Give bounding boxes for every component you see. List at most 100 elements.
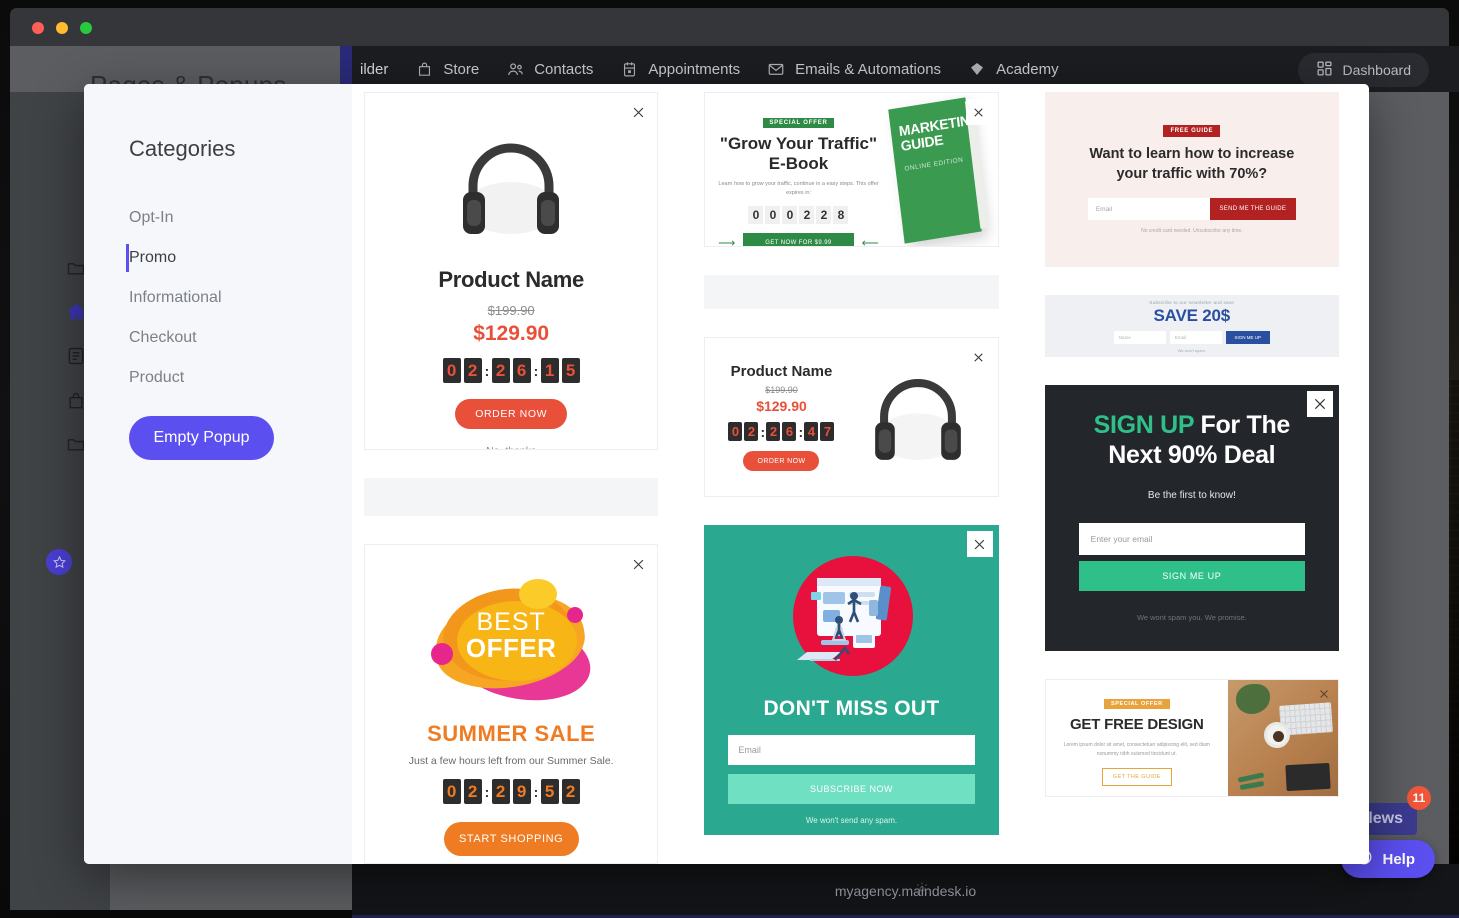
- category-item-checkout[interactable]: Checkout: [84, 318, 352, 358]
- email-field[interactable]: Enter your email: [1078, 523, 1305, 555]
- category-item-product[interactable]: Product: [84, 358, 352, 398]
- countdown-timer: 0 2 : 2 9 : 5 2: [385, 779, 637, 805]
- nav-item-academy[interactable]: Academy: [967, 59, 1059, 79]
- nav-item-emails-automations[interactable]: Emails & Automations: [766, 59, 941, 79]
- special-offer-badge: SPECIAL OFFER: [763, 118, 834, 128]
- countdown-separator: :: [533, 362, 539, 379]
- close-icon[interactable]: [625, 99, 652, 125]
- zoom-window-button[interactable]: [80, 22, 92, 34]
- countdown-digit: 0: [765, 205, 781, 224]
- sign-me-up-button[interactable]: SIGN ME UP: [1078, 561, 1305, 591]
- star-badge-icon[interactable]: [46, 549, 72, 575]
- close-icon[interactable]: [1314, 684, 1334, 704]
- window-titlebar: [10, 8, 1449, 46]
- close-icon[interactable]: [966, 531, 993, 557]
- start-shopping-button[interactable]: START SHOPPING: [443, 822, 579, 857]
- category-label: Informational: [129, 289, 222, 306]
- category-item-promo[interactable]: Promo: [84, 238, 352, 278]
- save-heading: SAVE 20$: [1153, 305, 1231, 325]
- nav-item-contacts[interactable]: Contacts: [505, 59, 593, 79]
- countdown-digit: 2: [463, 779, 482, 805]
- gallery-column-3: FREE GUIDE Want to learn how to increase…: [1044, 92, 1339, 864]
- window-controls[interactable]: [32, 22, 92, 34]
- email-field[interactable]: Email: [1087, 198, 1210, 221]
- template-card-dont-miss-out[interactable]: DON'T MISS OUT Email SUBSCRIBE NOW We wo…: [704, 525, 999, 835]
- countdown-digit: 0: [728, 422, 743, 441]
- order-now-button[interactable]: ORDER NOW: [455, 399, 568, 429]
- close-icon[interactable]: [625, 551, 652, 578]
- categories-list: Opt-In Promo Informational Checkout Prod…: [84, 198, 352, 398]
- countdown-digit: 1: [540, 358, 559, 383]
- template-card-save-20[interactable]: Subscribe to our newsletter and save SAV…: [1044, 295, 1339, 357]
- free-guide-badge: FREE GUIDE: [1163, 124, 1221, 137]
- help-label: Help: [1382, 850, 1415, 868]
- template-card-spacer: [364, 477, 659, 517]
- gear-icon[interactable]: [914, 881, 930, 902]
- get-the-guide-button[interactable]: GET THE GUIDE: [1101, 768, 1172, 786]
- price-new: $129.90: [473, 322, 550, 345]
- price-old: $199.90: [487, 303, 535, 318]
- sign-me-up-button[interactable]: SIGN ME UP: [1225, 330, 1270, 344]
- minimize-window-button[interactable]: [56, 22, 68, 34]
- product-name: Product Name: [730, 363, 833, 380]
- close-icon[interactable]: [1306, 391, 1333, 417]
- sign-up-heading: SIGN UP For The Next 90% Deal: [1079, 411, 1305, 470]
- people-icon: [505, 59, 525, 79]
- email-field[interactable]: Email: [1169, 330, 1222, 344]
- name-field[interactable]: Name: [1113, 330, 1166, 344]
- nav-item-appointments[interactable]: Appointments: [619, 59, 740, 79]
- countdown-digit: 2: [816, 205, 832, 224]
- email-field[interactable]: Email: [728, 735, 975, 765]
- countdown-separator: :: [760, 423, 766, 440]
- template-card-sign-up-deal[interactable]: SIGN UP For The Next 90% Deal Be the fir…: [1044, 385, 1339, 651]
- template-card-best-offer[interactable]: BEST OFFER SUMMER SALE Just a few hours …: [364, 544, 659, 864]
- nav-item-store[interactable]: Store: [414, 59, 479, 79]
- category-label: Checkout: [129, 329, 197, 346]
- spam-note: We won't send any spam.: [805, 816, 898, 825]
- template-card-product-tall[interactable]: Product Name $199.90 $129.90 0 2 : 2 6 :…: [364, 92, 659, 450]
- modal-sidebar: Categories Opt-In Promo Informational Ch…: [84, 84, 352, 864]
- countdown-timer: 0 2 : 2 6 : 1 5: [391, 358, 631, 383]
- nav-item-label: Contacts: [534, 60, 594, 78]
- price-new: $129.90: [756, 398, 807, 414]
- empty-popup-button[interactable]: Empty Popup: [129, 416, 274, 460]
- nav-item-builder[interactable]: ilder: [360, 61, 388, 78]
- decline-link[interactable]: No, thanks: [391, 445, 631, 449]
- subscribe-now-button[interactable]: SUBSCRIBE NOW: [728, 774, 975, 804]
- free-guide-note: No credit card needed. Unsubscribe any t…: [1141, 228, 1243, 235]
- countdown-separator: :: [798, 423, 804, 440]
- price-old: $199.90: [765, 385, 798, 395]
- countdown-digit: 6: [782, 422, 797, 441]
- order-now-button[interactable]: ORDER NOW: [743, 451, 820, 471]
- book-subtitle: ONLINE EDITION: [903, 156, 964, 173]
- ebook-cta-button[interactable]: GET NOW FOR $9.99: [743, 232, 854, 246]
- popup-template-picker-modal: Categories Opt-In Promo Informational Ch…: [84, 84, 1369, 864]
- close-icon[interactable]: [965, 344, 992, 370]
- nav-items: ilder Store Contacts Appointments Emails…: [360, 59, 1059, 79]
- dashboard-button[interactable]: Dashboard: [1297, 53, 1429, 87]
- close-icon[interactable]: [965, 99, 992, 125]
- status-bar: myagency.maindesk.io: [352, 864, 1459, 918]
- countdown-digit: 2: [491, 779, 510, 805]
- countdown-digit: 0: [442, 779, 461, 805]
- template-card-free-guide[interactable]: FREE GUIDE Want to learn how to increase…: [1044, 92, 1339, 267]
- countdown-digit: 7: [820, 422, 835, 441]
- template-card-free-design[interactable]: SPECIAL OFFER GET FREE DESIGN Lorem ipsu…: [1044, 679, 1339, 797]
- template-card-spacer: [704, 275, 999, 309]
- spam-note: We wont spam you. We promise.: [1136, 613, 1247, 622]
- send-guide-button[interactable]: SEND ME THE GUIDE: [1209, 198, 1296, 221]
- close-window-button[interactable]: [32, 22, 44, 34]
- nav-item-label: Store: [443, 60, 480, 78]
- calendar-icon: [619, 59, 639, 79]
- sign-up-heading-highlight: SIGN UP: [1093, 411, 1195, 439]
- category-label: Product: [129, 369, 185, 386]
- template-card-ebook[interactable]: SPECIAL OFFER "Grow Your Traffic" E-Book…: [704, 92, 999, 247]
- category-label: Opt-In: [129, 209, 174, 226]
- template-card-product-wide[interactable]: Product Name $199.90 $129.90 0 2 : 2 6 :…: [704, 337, 999, 497]
- category-item-opt-in[interactable]: Opt-In: [84, 198, 352, 238]
- blob-line-2: OFFER: [465, 633, 557, 664]
- gallery-column-1: Product Name $199.90 $129.90 0 2 : 2 6 :…: [364, 92, 659, 864]
- category-item-informational[interactable]: Informational: [84, 278, 352, 318]
- product-name: Product Name: [438, 267, 584, 292]
- countdown-digit: 2: [744, 422, 759, 441]
